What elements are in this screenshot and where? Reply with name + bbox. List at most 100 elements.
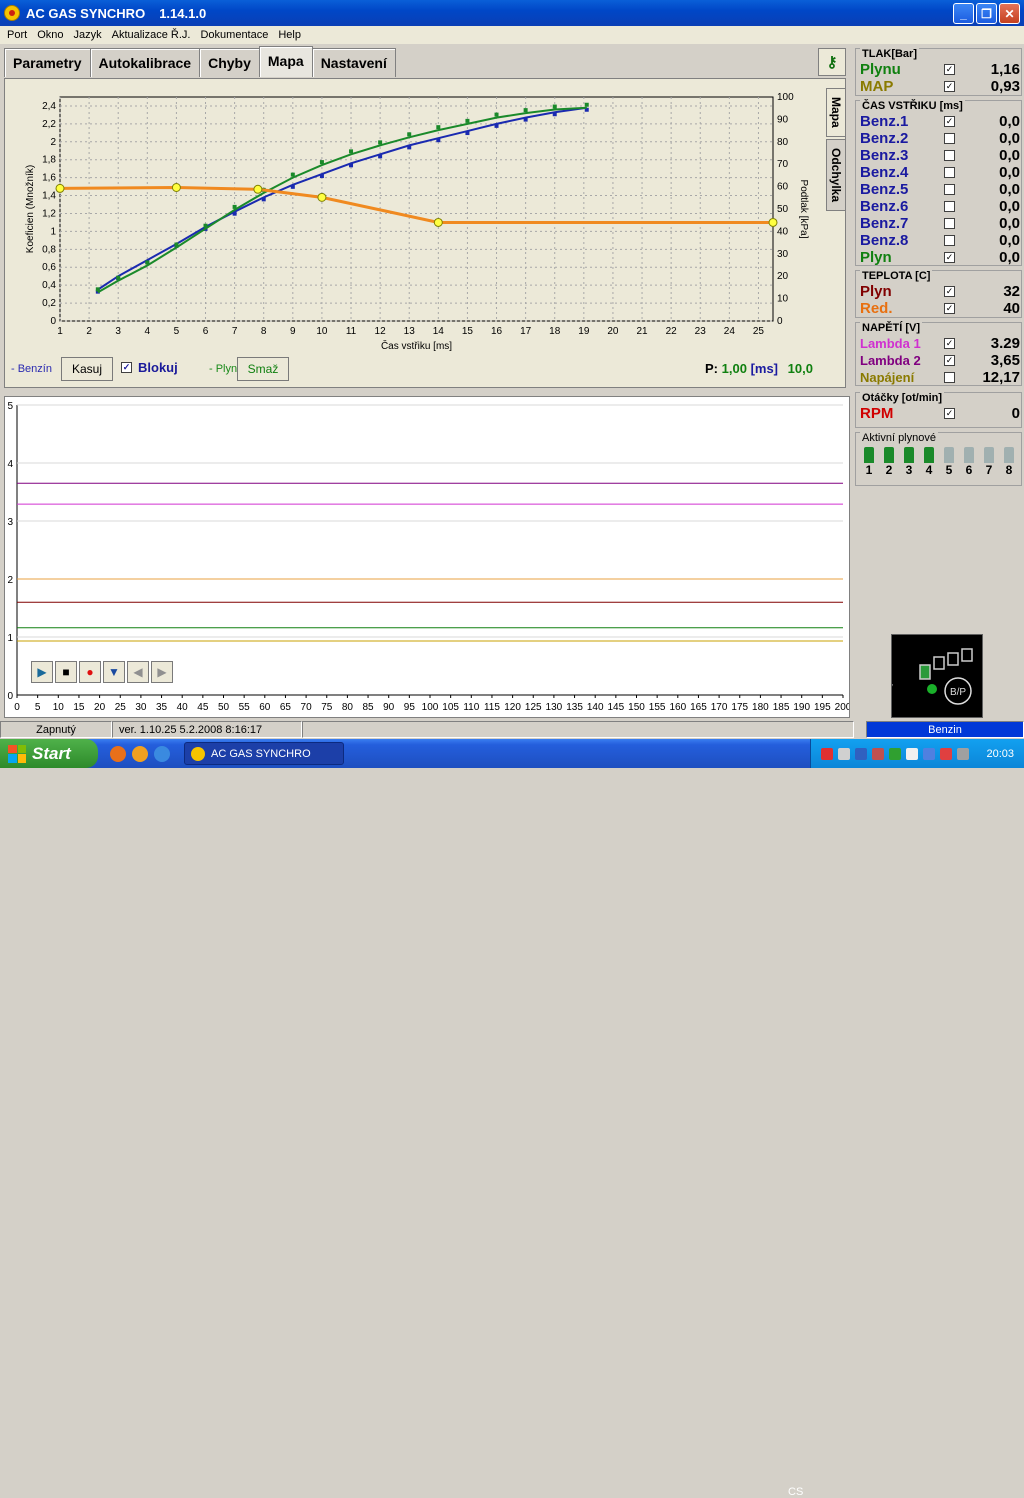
- tray-icon-6[interactable]: [906, 747, 918, 760]
- cas-checkbox[interactable]: ✓: [944, 252, 955, 263]
- y2-tick-label: 90: [777, 114, 789, 125]
- maximize-button[interactable]: ❐: [976, 3, 997, 24]
- smaz-button[interactable]: Smaž: [237, 357, 289, 381]
- x-tick-label: 175: [731, 702, 748, 713]
- switch-gauge[interactable]: B/P: [875, 634, 983, 718]
- record-button[interactable]: ●: [79, 661, 101, 683]
- tlak-checkbox[interactable]: ✓: [944, 81, 955, 92]
- cas-checkbox[interactable]: [944, 235, 955, 246]
- language-indicator[interactable]: CS: [788, 1486, 803, 1498]
- tlak-checkbox[interactable]: ✓: [944, 64, 955, 75]
- menu-jazyk[interactable]: Jazyk: [68, 29, 106, 41]
- tray-icon-7[interactable]: [923, 747, 935, 760]
- stop-button[interactable]: ■: [55, 661, 77, 683]
- cas-checkbox[interactable]: [944, 184, 955, 195]
- tab-mapa[interactable]: Mapa: [258, 46, 313, 77]
- wrench-icon: ⚷: [826, 54, 838, 71]
- data-point: [523, 117, 528, 122]
- tray-icon-9[interactable]: [957, 747, 969, 760]
- cas-row: Benz.6 0,0: [860, 198, 1020, 215]
- nozzle-indicator: 2: [882, 447, 896, 477]
- tab-chyby[interactable]: Chyby: [199, 48, 260, 77]
- prev-button[interactable]: ◀: [127, 661, 149, 683]
- napeti-checkbox[interactable]: ✓: [944, 338, 955, 349]
- nozzle-number: 2: [885, 463, 893, 477]
- cas-value: 0,0: [999, 181, 1020, 198]
- windows-logo-icon: [8, 744, 26, 763]
- firefox-icon[interactable]: [110, 745, 126, 762]
- menu-aktualizace[interactable]: Aktualizace Ř.J.: [107, 29, 196, 41]
- otacky-value: 0: [1011, 405, 1020, 422]
- cas-checkbox[interactable]: [944, 201, 955, 212]
- tab-autokalibrace[interactable]: Autokalibrace: [89, 48, 201, 77]
- kasuj-button[interactable]: Kasuj: [61, 357, 113, 381]
- teplota-checkbox[interactable]: ✓: [944, 303, 955, 314]
- x-tick-label: 3: [115, 326, 121, 337]
- data-point: [290, 172, 295, 177]
- x-tick-label: 90: [383, 702, 395, 713]
- napeti-checkbox[interactable]: [944, 372, 955, 383]
- tray-icon-4[interactable]: [872, 747, 884, 760]
- ie-icon[interactable]: [154, 745, 170, 762]
- blokuj-checkbox[interactable]: ✓ Blokuj: [121, 360, 178, 375]
- y-tick-label: 0,2: [42, 298, 56, 309]
- data-point: [436, 138, 441, 143]
- cas-checkbox[interactable]: [944, 133, 955, 144]
- tray-icon-5[interactable]: [889, 747, 901, 760]
- data-point: [116, 275, 121, 280]
- cas-checkbox[interactable]: [944, 167, 955, 178]
- x-tick-label: 5: [35, 702, 41, 713]
- menu-help[interactable]: Help: [273, 29, 306, 41]
- x-tick-label: 180: [752, 702, 769, 713]
- media-player-icon[interactable]: [132, 745, 148, 762]
- tool-icon-button[interactable]: ⚷: [818, 48, 846, 76]
- taskbar-app-item[interactable]: AC GAS SYNCHRO: [184, 742, 344, 765]
- tray-icon-8[interactable]: [940, 747, 952, 760]
- cas-checkbox[interactable]: ✓: [944, 116, 955, 127]
- menu-dokumentace[interactable]: Dokumentace: [195, 29, 273, 41]
- cas-checkbox[interactable]: [944, 150, 955, 161]
- next-button[interactable]: ▶: [151, 661, 173, 683]
- start-button[interactable]: Start: [0, 739, 98, 768]
- close-button[interactable]: ✕: [999, 3, 1020, 24]
- x-tick-label: 25: [115, 702, 127, 713]
- status-empty: [302, 721, 854, 738]
- menu-port[interactable]: Port: [2, 29, 32, 41]
- play-button[interactable]: ▶: [31, 661, 53, 683]
- y2-tick-label: 40: [777, 226, 789, 237]
- x-tick-label: 155: [649, 702, 666, 713]
- x-tick-label: 105: [442, 702, 459, 713]
- napeti-checkbox[interactable]: ✓: [944, 355, 955, 366]
- y2-tick-label: 60: [777, 182, 789, 193]
- menu-okno[interactable]: Okno: [32, 29, 68, 41]
- tray-icon-3[interactable]: [855, 747, 867, 760]
- nozzle-icon: [864, 447, 874, 463]
- download-button[interactable]: ▼: [103, 661, 125, 683]
- x-tick-label: 23: [695, 326, 707, 337]
- x-tick-label: 75: [321, 702, 333, 713]
- tray-icon-2[interactable]: [838, 747, 850, 760]
- cas-row: Benz.8 0,0: [860, 232, 1020, 249]
- napeti-row: Lambda 1 ✓ 3.29: [860, 335, 1020, 352]
- realtime-chart-panel: 0 1 2 3 4 5 0 5 10 15 20 25 30 35 40 45 50 55 60 65 70 75 80 85…: [4, 396, 850, 718]
- otacky-row: RPM ✓ 0: [860, 405, 1020, 422]
- side-tab-odchylka[interactable]: Odchylka: [826, 138, 846, 211]
- nozzle-number: 5: [945, 463, 953, 477]
- gauge-label: B/P: [950, 687, 966, 698]
- minimize-button[interactable]: _: [953, 3, 974, 24]
- x-tick-label: 165: [690, 702, 707, 713]
- otacky-checkbox[interactable]: ✓: [944, 408, 955, 419]
- y-tick-label: 0,8: [42, 244, 56, 255]
- cas-name: Plyn: [860, 249, 892, 266]
- tab-nastaveni[interactable]: Nastavení: [311, 48, 396, 77]
- tab-parametry[interactable]: Parametry: [4, 48, 91, 77]
- status-version: ver. 1.10.25 5.2.2008 8:16:17: [112, 721, 302, 738]
- x-tick-label: 4: [145, 326, 151, 337]
- tray-icon-1[interactable]: [821, 747, 833, 760]
- p-unit: [ms]: [750, 361, 779, 376]
- cas-checkbox[interactable]: [944, 218, 955, 229]
- side-tab-mapa[interactable]: Mapa: [826, 88, 846, 137]
- cas-value: 0,0: [999, 130, 1020, 147]
- map-chart[interactable]: 1 2 3 4 5 6 7 8 9 10 11 12 13 14 15 16 17 18 19 20 21 22 23 24 2…: [5, 79, 825, 355]
- teplota-checkbox[interactable]: ✓: [944, 286, 955, 297]
